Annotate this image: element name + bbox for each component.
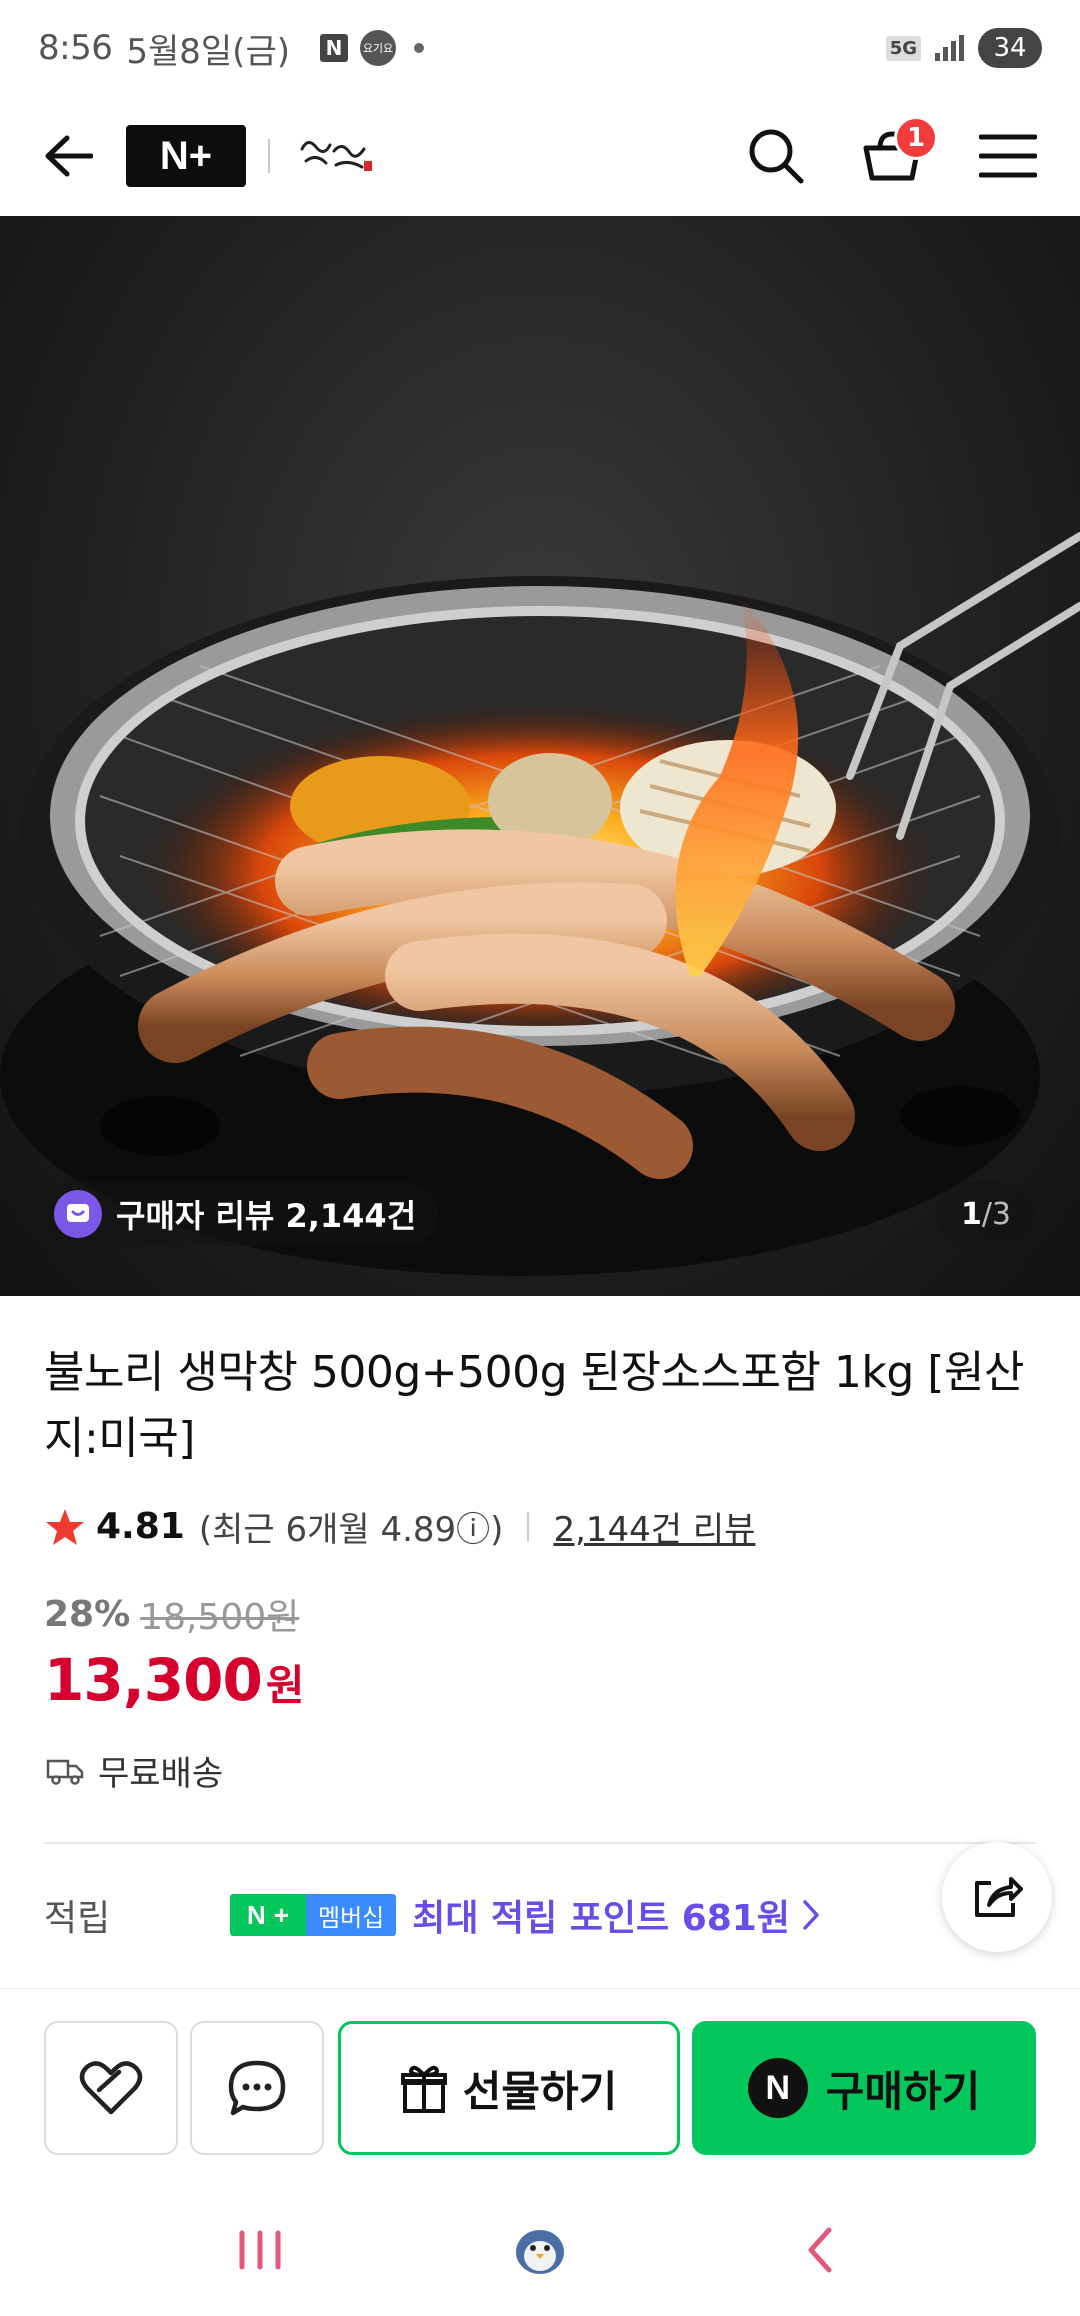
back-chevron-icon	[808, 2227, 832, 2273]
hamburger-menu-icon	[979, 134, 1037, 178]
menu-button[interactable]	[976, 124, 1040, 188]
nplus-badge-icon: N +	[230, 1894, 306, 1936]
product-image-carousel[interactable]: 구매자 리뷰 2,144건 1 /3	[0, 216, 1080, 1296]
back-nav-button[interactable]	[775, 2205, 865, 2295]
star-icon	[46, 1508, 84, 1545]
search-icon	[749, 129, 804, 184]
back-arrow-icon	[45, 135, 93, 177]
rating-row: 4.81 (최근 6개월 4.89ⓘ) 2,144건 리뷰	[44, 1502, 755, 1551]
shipping-info: 무료배송	[46, 1746, 223, 1795]
discount-rate: 28%	[44, 1593, 131, 1635]
naver-plus-store-logo[interactable]: N+	[126, 125, 246, 187]
gift-label: 선물하기	[462, 2066, 618, 2116]
product-title: 불노리 생막창 500g+500g 된장소스포함 1kg [원산지:미국]	[44, 1347, 1024, 1464]
membership-label: 멤버십	[306, 1894, 397, 1936]
gift-button[interactable]: 선물하기	[338, 2021, 680, 2155]
buyer-review-count: 구매자 리뷰 2,144건	[116, 1197, 417, 1235]
nplus-logo-text: N+	[159, 133, 213, 178]
back-button[interactable]	[40, 128, 96, 184]
app-header: N+ 1	[0, 96, 1080, 216]
chevron-right-icon	[803, 1900, 819, 1930]
review-bubble-icon	[54, 1190, 102, 1238]
heart-icon	[79, 2061, 143, 2115]
cart-count-badge: 1	[894, 116, 938, 160]
status-date: 5월8일(금)	[126, 31, 290, 72]
page-total: /3	[981, 1196, 1012, 1232]
price-unit: 원	[265, 1661, 305, 1710]
sale-price: 13,300 원	[44, 1646, 304, 1714]
original-price: 18,500원	[140, 1597, 300, 1638]
review-count-link[interactable]: 2,144건 리뷰	[553, 1502, 755, 1551]
rating-separator	[527, 1511, 530, 1542]
rating-recent[interactable]: (최근 6개월 4.89ⓘ)	[199, 1502, 504, 1551]
chat-bubble-icon	[228, 2060, 286, 2116]
store-logo[interactable]	[296, 131, 376, 181]
share-icon	[975, 1877, 1023, 1917]
wishlist-button[interactable]	[44, 2021, 178, 2155]
network-5g-icon: 5G	[885, 35, 921, 61]
discount-row: 28% 18,500원	[44, 1588, 299, 1640]
naver-pay-n-icon: N	[747, 2058, 808, 2118]
naver-notification-icon: N	[320, 34, 348, 62]
battery-indicator: 34	[978, 28, 1042, 68]
shipping-text: 무료배송	[98, 1754, 224, 1794]
status-bar: 8:56 5월8일(금) N 요기요 5G 34	[0, 0, 1080, 96]
grilled-makchang-image	[0, 532, 1080, 1276]
gift-icon	[400, 2065, 447, 2113]
bottom-action-bar: 선물하기 N 구매하기	[0, 1988, 1080, 2184]
recent-apps-icon	[239, 2230, 281, 2270]
status-time: 8:56	[38, 28, 113, 68]
page-current: 1	[960, 1196, 982, 1232]
rating-score: 4.81	[96, 1506, 185, 1547]
image-page-indicator: 1 /3	[936, 1182, 1036, 1246]
nplus-membership-badge: N + 멤버십	[230, 1894, 397, 1936]
yogiyo-notification-icon: 요기요	[360, 30, 396, 66]
system-nav-bar	[0, 2184, 1080, 2316]
more-notifications-dot	[414, 43, 424, 53]
penguin-home-icon	[516, 2230, 564, 2274]
cart-button[interactable]: 1	[860, 116, 938, 188]
home-button[interactable]	[495, 2205, 585, 2295]
buy-button[interactable]: N 구매하기	[692, 2021, 1036, 2155]
price-amount: 13,300	[44, 1646, 263, 1714]
delivery-truck-icon	[46, 1759, 84, 1785]
max-points-text[interactable]: 최대 적립 포인트 681원	[412, 1889, 790, 1941]
section-divider	[44, 1842, 1036, 1844]
talk-talk-button[interactable]	[190, 2021, 324, 2155]
store-calligraphy-logo-icon	[300, 141, 372, 171]
recent-apps-button[interactable]	[215, 2205, 305, 2295]
share-button[interactable]	[942, 1842, 1052, 1952]
signal-icon	[935, 35, 964, 61]
buy-label: 구매하기	[825, 2066, 981, 2116]
search-button[interactable]	[744, 124, 808, 188]
points-label: 적립	[44, 1898, 111, 1939]
buyer-review-badge[interactable]: 구매자 리뷰 2,144건	[44, 1182, 439, 1246]
header-divider	[268, 139, 270, 173]
points-row[interactable]: 적립 N + 멤버십 최대 적립 포인트 681원	[44, 1880, 1036, 1950]
